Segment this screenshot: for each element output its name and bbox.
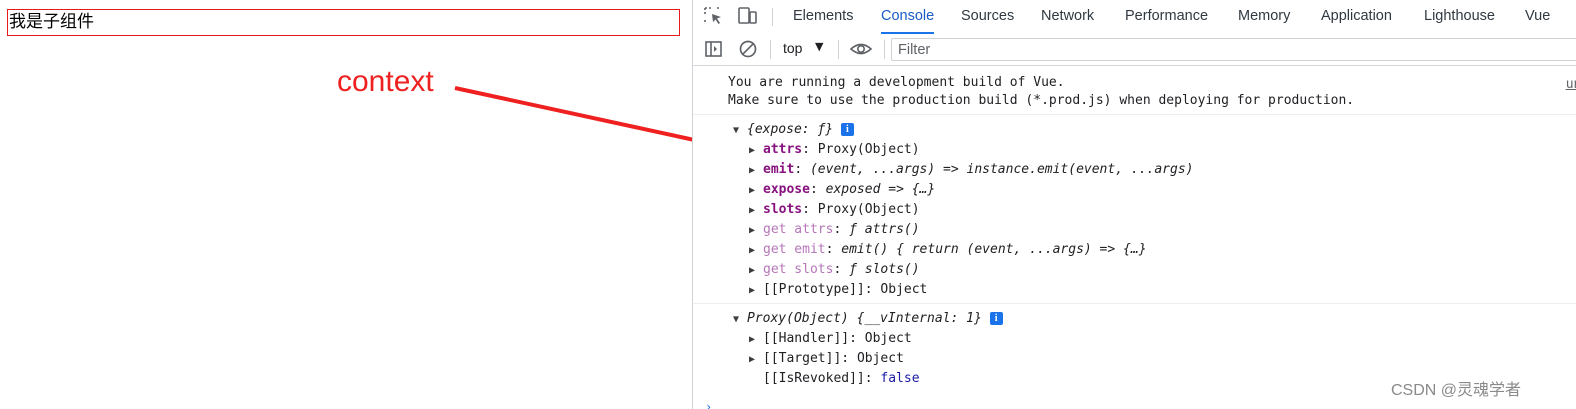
object-summary: {expose: ƒ} — [747, 122, 834, 137]
inspect-element-icon[interactable] — [703, 6, 725, 26]
object-root-row[interactable]: ▼ {expose: ƒ} i — [733, 120, 854, 140]
collapsed-triangle-icon[interactable]: ▶ — [749, 201, 763, 221]
dropdown-arrow-icon[interactable]: ▼ — [815, 40, 823, 53]
collapsed-triangle-icon[interactable]: ▶ — [749, 181, 763, 201]
collapsed-triangle-icon[interactable]: ▶ — [749, 161, 763, 181]
collapsed-triangle-icon[interactable]: ▶ — [749, 141, 763, 161]
tab-lighthouse[interactable]: Lighthouse — [1424, 0, 1495, 34]
tree-row[interactable]: ▶ [[Handler]]: Object — [749, 329, 912, 349]
clear-console-icon[interactable] — [737, 39, 759, 59]
sidebar-toggle-icon[interactable] — [703, 39, 725, 59]
object-root-row[interactable]: ▼ Proxy(Object) {__vInternal: 1} i — [733, 309, 1003, 329]
toolbar-separator-2 — [838, 40, 839, 59]
console-output: You are running a development build of V… — [693, 65, 1576, 409]
message-divider — [693, 303, 1576, 304]
message-divider — [693, 114, 1576, 115]
filter-input[interactable] — [891, 38, 1576, 61]
tree-row[interactable]: ▶ [[Prototype]]: Object — [749, 280, 927, 300]
expanded-triangle-icon[interactable]: ▼ — [733, 121, 747, 141]
collapsed-triangle-icon[interactable]: ▶ — [749, 221, 763, 241]
tab-memory[interactable]: Memory — [1238, 0, 1290, 34]
tab-performance[interactable]: Performance — [1125, 0, 1208, 34]
console-message-line: You are running a development build of V… — [728, 75, 1065, 90]
watermark: CSDN @灵魂学者 — [1391, 382, 1522, 399]
toolbar-separator-3 — [884, 40, 885, 59]
device-toolbar-icon[interactable] — [737, 6, 759, 26]
source-link[interactable]: unpk — [1566, 77, 1576, 92]
tree-row[interactable]: ▶ get attrs: ƒ attrs() — [749, 220, 920, 240]
tab-sources[interactable]: Sources — [961, 0, 1014, 34]
tab-console[interactable]: Console — [881, 0, 935, 34]
tab-application[interactable]: Application — [1321, 0, 1392, 34]
info-icon[interactable]: i — [840, 123, 854, 136]
tree-row: [[IsRevoked]]: false — [763, 371, 920, 386]
collapsed-triangle-icon[interactable]: ▶ — [749, 330, 763, 350]
console-toolbar: top ▼ — [693, 34, 1576, 66]
tree-row[interactable]: ▶ [[Target]]: Object — [749, 349, 904, 369]
tree-row[interactable]: ▶ slots: Proxy(Object) — [749, 200, 920, 220]
collapsed-triangle-icon[interactable]: ▶ — [749, 241, 763, 261]
collapsed-triangle-icon[interactable]: ▶ — [749, 350, 763, 370]
tree-row[interactable]: ▶ emit: (event, ...args) => instance.emit… — [749, 160, 1193, 180]
object-summary: Proxy(Object) {__vInternal: 1} — [747, 311, 982, 326]
toolbar-separator — [770, 40, 771, 59]
collapsed-triangle-icon[interactable]: ▶ — [749, 281, 763, 301]
tree-row[interactable]: ▶ get slots: ƒ slots() — [749, 260, 920, 280]
tab-elements[interactable]: Elements — [793, 0, 853, 34]
console-prompt-chevron-icon[interactable]: › — [705, 400, 712, 409]
info-icon[interactable]: i — [989, 312, 1003, 325]
tab-vue[interactable]: Vue — [1525, 0, 1550, 34]
tree-row[interactable]: ▶ attrs: Proxy(Object) — [749, 140, 920, 160]
tree-row[interactable]: ▶ expose: exposed => {…} — [749, 180, 935, 200]
tree-row[interactable]: ▶ get emit: emit() { return (event, ...ar… — [749, 240, 1147, 260]
tab-network[interactable]: Network — [1041, 0, 1094, 34]
devtools-tab-bar: Elements Console Sources Network Perform… — [693, 0, 1576, 35]
live-expression-eye-icon[interactable] — [849, 39, 873, 59]
console-message-line: Make sure to use the production build (*… — [728, 93, 1355, 108]
tabbar-separator — [772, 8, 773, 26]
context-selector[interactable]: top — [783, 40, 802, 56]
collapsed-triangle-icon[interactable]: ▶ — [749, 261, 763, 281]
expanded-triangle-icon[interactable]: ▼ — [733, 310, 747, 330]
devtools-panel: Elements Console Sources Network Perform… — [692, 0, 1576, 409]
